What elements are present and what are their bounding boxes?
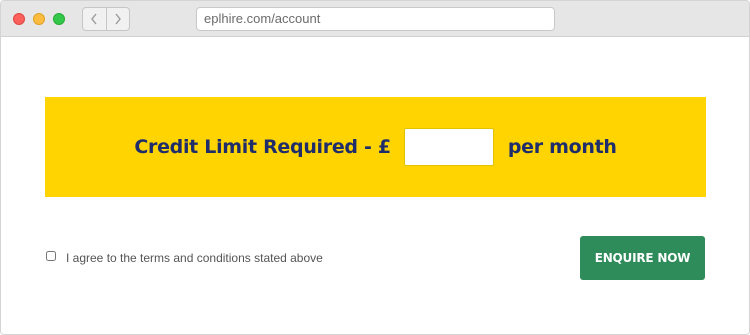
- terms-checkbox[interactable]: [46, 251, 56, 261]
- chevron-left-icon: [91, 13, 97, 25]
- browser-window: eplhire.com/account Credit Limit Require…: [0, 0, 750, 335]
- terms-agreement[interactable]: I agree to the terms and conditions stat…: [46, 249, 323, 265]
- forward-button[interactable]: [105, 8, 130, 30]
- credit-amount-input[interactable]: [403, 128, 494, 166]
- browser-titlebar: eplhire.com/account: [1, 1, 749, 37]
- history-nav: [82, 7, 130, 31]
- minimize-window-icon[interactable]: [33, 13, 45, 25]
- terms-label: I agree to the terms and conditions stat…: [66, 251, 323, 265]
- back-button[interactable]: [83, 8, 106, 30]
- credit-limit-banner: Credit Limit Required - £ per month: [45, 97, 706, 197]
- zoom-window-icon[interactable]: [53, 13, 65, 25]
- address-bar[interactable]: eplhire.com/account: [196, 7, 555, 31]
- chevron-right-icon: [115, 13, 121, 25]
- enquire-now-button[interactable]: ENQUIRE NOW: [580, 236, 705, 280]
- per-month-label: per month: [507, 136, 617, 158]
- credit-limit-label: Credit Limit Required - £: [134, 136, 391, 158]
- close-window-icon[interactable]: [13, 13, 25, 25]
